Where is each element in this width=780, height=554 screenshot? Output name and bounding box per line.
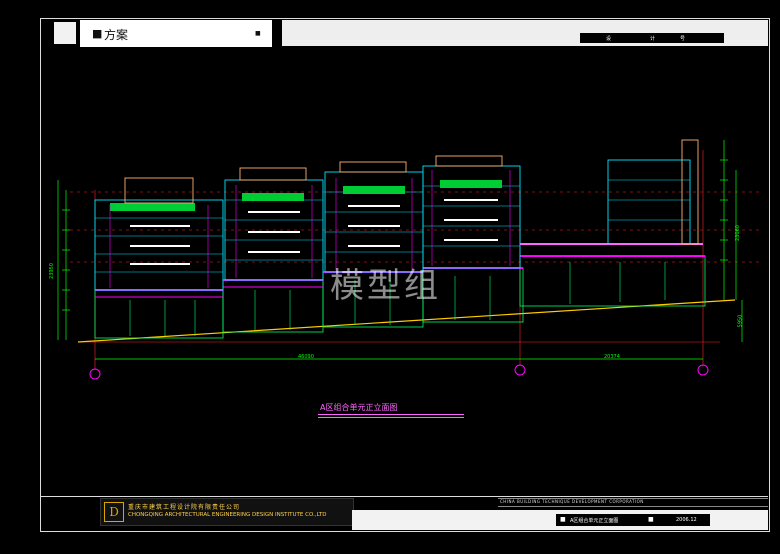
sheet-name-bullet: ■ bbox=[560, 516, 566, 523]
dim-right-total: 23060 bbox=[734, 225, 741, 241]
company-name-cn: 重庆市建筑工程设计院有限责任公司 bbox=[128, 504, 241, 511]
drawing-date: 2006.12 bbox=[676, 517, 697, 523]
corp-line: CHINA BUILDING TECHNIQUE DEVELOPMENT COR… bbox=[500, 499, 644, 504]
drawing-title: A区组合单元正立面图 bbox=[320, 403, 398, 412]
date-bullet: ■ bbox=[648, 516, 654, 523]
grid-bubbles bbox=[89, 364, 709, 380]
dimension-lines bbox=[57, 140, 743, 360]
dim-left-span: 46090 bbox=[298, 354, 314, 360]
drawing-title-underline-2 bbox=[318, 417, 464, 418]
sheet-name: A区组合单元正立面图 bbox=[570, 518, 619, 524]
footer-rule bbox=[40, 496, 768, 497]
roof-gardens bbox=[110, 180, 502, 211]
company-name-en: CHONGQING ARCHITECTURAL ENGINEERING DESI… bbox=[128, 512, 327, 518]
watermark: 模型组 bbox=[330, 266, 441, 306]
dim-right-span: 20374 bbox=[604, 354, 620, 360]
dim-ground-offset: 5950 bbox=[737, 314, 744, 328]
drawing-title-underline bbox=[318, 414, 464, 415]
company-logo: D bbox=[104, 502, 124, 522]
dim-left-total: 23950 bbox=[48, 263, 55, 279]
